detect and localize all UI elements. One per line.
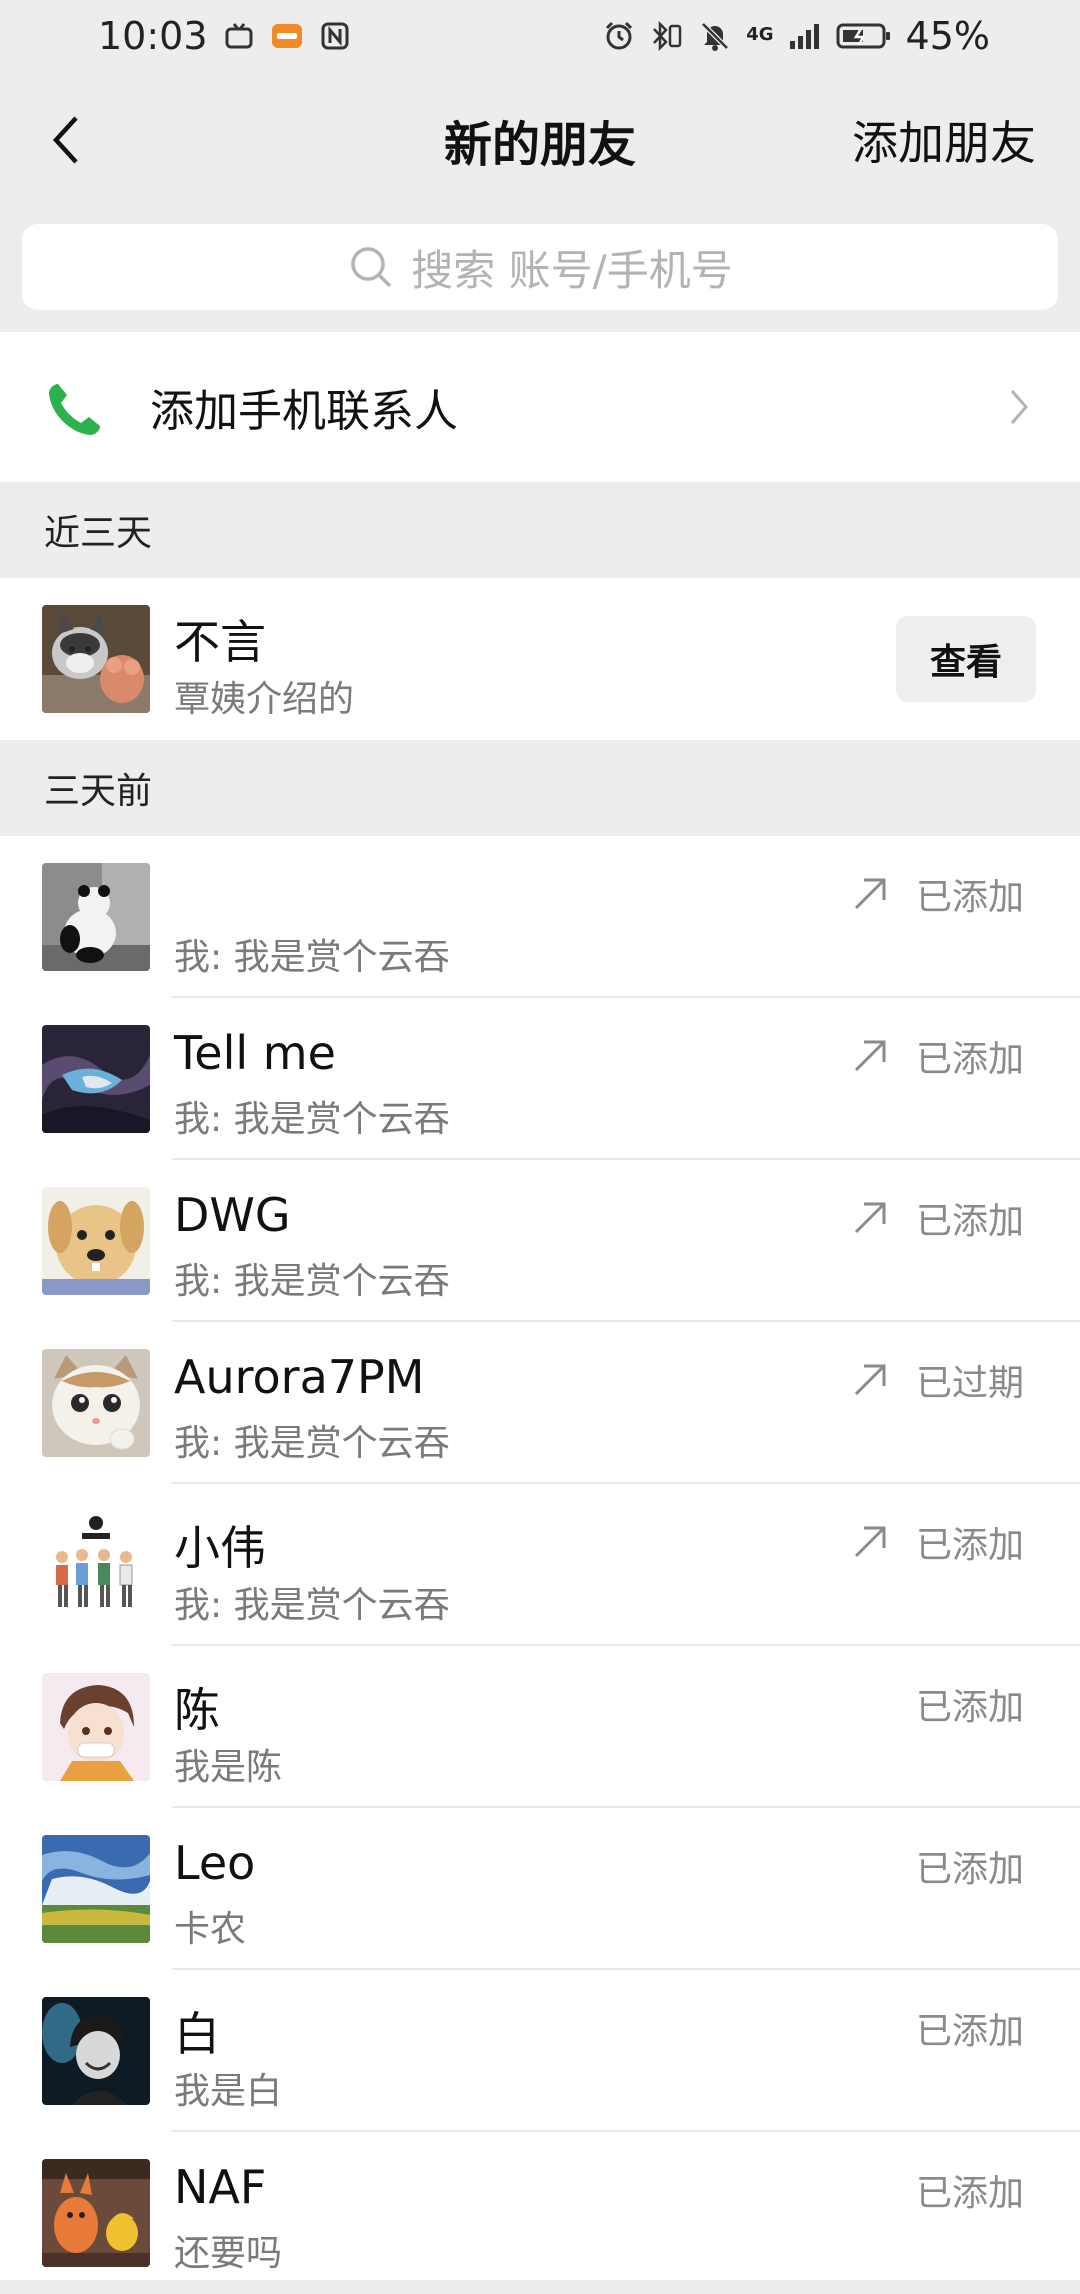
request-message: 卡农 [174,1909,247,1950]
request-message: 我: 我是赏个云吞 [174,1423,450,1464]
network-type: 4G [746,24,774,45]
list-item[interactable]: 不言 覃姨介绍的 查看 [0,578,1080,740]
request-status: 已添加 [852,866,1024,922]
back-button[interactable] [30,102,100,178]
mute-icon [698,19,732,53]
bluetooth-vibrate-icon [650,19,684,53]
avatar [42,1673,150,1781]
request-status: 已添加 [916,2162,1024,2218]
request-status: 已添加 [852,1190,1024,1246]
view-button[interactable]: 查看 [896,616,1036,702]
request-name: Aurora7PM [174,1350,425,1404]
status-label: 已添加 [915,1687,1024,1728]
list-item[interactable]: NAF 还要吗 已添加 [0,2132,1080,2294]
status-label: 已添加 [915,877,1024,918]
request-message: 我: 我是赏个云吞 [174,1099,450,1140]
request-name: Leo [174,1836,256,1890]
avatar [42,1835,150,1943]
phone-icon [49,384,100,435]
request-message: 我是陈 [174,1747,283,1788]
request-message: 我: 我是赏个云吞 [174,1261,450,1302]
nav-bar: 新的朋友 添加朋友 [0,72,1080,208]
request-name: 白 [174,2007,220,2061]
status-label: 已添加 [915,1201,1024,1242]
avatar [42,2159,150,2267]
outgoing-arrow-icon [854,1526,886,1558]
battery-percent: 45% [905,14,990,58]
avatar [42,605,150,713]
request-status: 已添加 [916,1676,1024,1732]
nfc-icon [318,19,352,53]
search-placeholder: 搜索 账号/手机号 [411,245,733,295]
status-label: 已添加 [915,2011,1024,2052]
status-left: 10:03 [98,14,352,58]
outgoing-arrow-icon [854,1040,886,1072]
outgoing-arrow-icon [854,878,886,910]
request-message: 我: 我是赏个云吞 [174,1585,450,1626]
request-name: 不言 [174,615,266,669]
status-time: 10:03 [98,14,208,58]
list-item[interactable]: 陈 我是陈 已添加 [0,1646,1080,1808]
add-phone-contacts-row[interactable]: 添加手机联系人 [0,332,1080,482]
request-message: 覃姨介绍的 [174,679,355,720]
list-item[interactable]: Aurora7PM 我: 我是赏个云吞 已过期 [0,1322,1080,1484]
recent-request-list: 不言 覃姨介绍的 查看 [0,578,1080,740]
request-status: 已添加 [852,1514,1024,1570]
request-status: 已过期 [852,1352,1024,1408]
list-item[interactable]: DWG 我: 我是赏个云吞 已添加 [0,1160,1080,1322]
avatar [42,1025,150,1133]
request-name: Tell me [174,1026,336,1080]
avatar [42,1187,150,1295]
section-header-older: 三天前 [44,771,153,812]
alarm-icon [602,19,636,53]
list-item[interactable]: Leo 卡农 已添加 [0,1808,1080,1970]
avatar [42,1511,150,1619]
request-status: 已添加 [916,2000,1024,2056]
request-status: 已添加 [916,1838,1024,1894]
avatar [42,1997,150,2105]
list-item[interactable]: Tell me 我: 我是赏个云吞 已添加 [0,998,1080,1160]
request-message: 还要吗 [174,2233,283,2274]
status-label: 已添加 [915,2173,1024,2214]
request-message: 我是白 [174,2071,283,2112]
list-item[interactable]: 小伟 我: 我是赏个云吞 已添加 [0,1484,1080,1646]
request-name: 陈 [174,1683,220,1737]
add-friend-button[interactable]: 添加朋友 [852,102,1036,178]
status-label: 已添加 [915,1849,1024,1890]
status-label: 已添加 [915,1039,1024,1080]
status-bar: 10:03 4G 45% [0,0,1080,72]
status-label: 已添加 [915,1525,1024,1566]
signal-icon [788,19,822,53]
list-item[interactable]: 白 我是白 已添加 [0,1970,1080,2132]
request-name: 小伟 [174,1521,266,1575]
request-status: 已添加 [852,1028,1024,1084]
add-phone-contacts-label: 添加手机联系人 [150,386,458,437]
section-header-recent: 近三天 [44,513,153,554]
status-right: 4G 45% [602,14,990,58]
avatar [42,863,150,971]
request-message: 我: 我是赏个云吞 [174,937,450,978]
list-item[interactable]: 我: 我是赏个云吞 已添加 [0,836,1080,998]
outgoing-arrow-icon [854,1364,886,1396]
chevron-right-icon [1010,390,1028,424]
status-label: 已过期 [915,1363,1024,1404]
chevron-left-icon [52,116,78,164]
battery-icon [836,19,892,53]
outgoing-arrow-icon [854,1202,886,1234]
older-request-list: 我: 我是赏个云吞 已添加 Tell me 我: 我是赏个云吞 已添加 DWG … [0,836,1080,2280]
avatar [42,1349,150,1457]
request-name: DWG [174,1188,291,1242]
request-name: NAF [174,2160,267,2214]
search-input[interactable]: 搜索 账号/手机号 [22,224,1058,310]
taobao-app-icon [270,19,304,53]
search-icon [351,247,392,288]
tv-app-icon [222,19,256,53]
